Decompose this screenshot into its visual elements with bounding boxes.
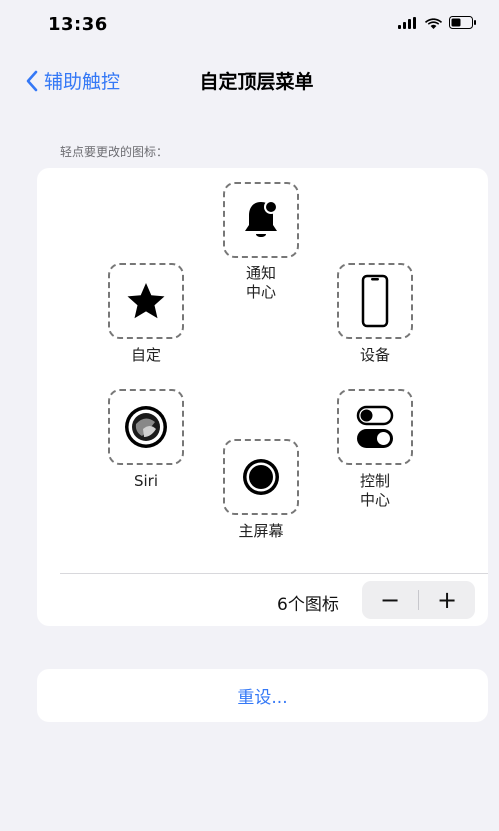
signal-icon [398,16,416,29]
status-icons [398,16,477,29]
status-bar: 13:36 [0,0,499,50]
navigation-bar: 辅助触控 自定顶层菜单 [0,55,499,105]
notification-center-label: 通知 中心 [211,264,311,302]
custom-slot[interactable] [108,263,184,339]
reset-button[interactable]: 重设... [237,683,287,708]
divider [60,573,488,574]
star-icon [127,283,165,319]
toggle-icon [356,405,394,448]
siri-icon [125,406,167,448]
status-time: 13:36 [48,14,108,35]
notification-center-label-line1: 通知 [245,264,276,282]
siri-slot[interactable] [108,389,184,465]
device-label: 设备 [359,346,390,364]
notification-center-label-line2: 中心 [245,283,276,301]
reset-card[interactable]: 重设... [37,669,488,722]
notification-center-slot[interactable] [223,182,299,258]
battery-icon [449,16,476,29]
home-button-icon [243,459,279,495]
bell-icon [245,200,278,237]
control-center-label-line1: 控制 [359,472,390,490]
wifi-icon [425,17,442,29]
menu-editor-card: 通知 中心 自定 设备 Siri 控制 中心 主屏幕 6个图标 − + [37,168,488,626]
control-center-label: 控制 中心 [325,472,425,510]
page-title: 自定顶层菜单 [199,71,314,93]
home-label: 主屏幕 [238,522,284,540]
control-center-slot[interactable] [337,389,413,465]
icon-count-stepper[interactable]: − + [362,581,475,619]
control-center-label-line2: 中心 [359,491,390,509]
increase-button[interactable]: + [419,581,475,619]
siri-label: Siri [133,472,159,490]
decrease-button[interactable]: − [362,581,418,619]
custom-label: 自定 [130,346,161,364]
phone-icon [361,274,389,328]
home-slot[interactable] [223,439,299,515]
icon-count-label: 6个图标 [277,595,339,615]
section-label: 轻点要更改的图标： [60,145,169,159]
device-slot[interactable] [337,263,413,339]
